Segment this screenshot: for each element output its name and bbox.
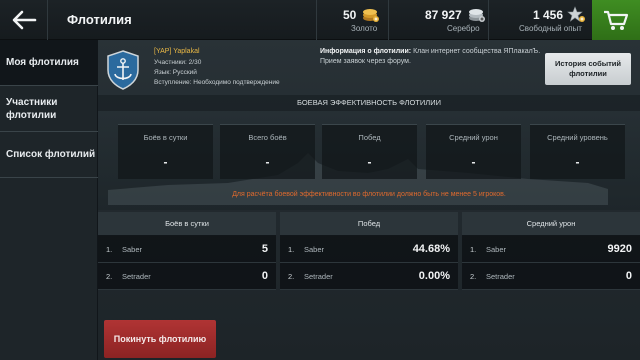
efficiency-panel: БОЕВАЯ ЭФФЕКТИВНОСТЬ ФЛОТИЛИИ Боёв в сут… <box>98 95 640 210</box>
cart-icon <box>604 10 629 30</box>
row-value: 0.00% <box>418 270 450 282</box>
row-rank: 1. <box>288 245 295 254</box>
stat-title: Средний урон <box>449 133 498 142</box>
table-header[interactable]: Средний урон <box>462 212 640 236</box>
stat-card-wins: Побед - <box>322 124 417 179</box>
event-history-label: История событий флотилии <box>554 59 622 78</box>
clan-members: Участники: 2/30 <box>154 59 202 66</box>
flotilla-info-heading: Информация о флотилии: <box>320 48 412 55</box>
sidebar-item-label: Список флотилий <box>6 149 96 160</box>
table-row[interactable]: 1. Saber 5 <box>98 237 276 263</box>
efficiency-warning: Для расчёта боевой эффективности во флот… <box>232 191 506 198</box>
table-header[interactable]: Боёв в сутки <box>98 212 276 236</box>
member-stats-tables: Боёв в сутки 1. Saber 5 2. Setrader 0 По… <box>98 212 640 290</box>
table-row[interactable]: 2. Setrader 0.00% <box>280 264 458 290</box>
stat-title: Всего боёв <box>248 133 287 142</box>
stat-card-avg-tier: Средний уровень - <box>530 124 625 179</box>
table-row[interactable]: 2. Setrader 0 <box>98 264 276 290</box>
silver-value: 87 927 <box>425 8 462 22</box>
stat-card-battles-per-day: Боёв в сутки - <box>118 124 213 179</box>
clan-language: Язык: Русский <box>154 69 197 76</box>
free-xp-resource[interactable]: 1 456 Свободный опыт <box>488 0 592 40</box>
stat-card-avg-damage: Средний урон - <box>426 124 521 179</box>
gold-resource[interactable]: 50 Золото <box>316 0 388 40</box>
efficiency-title: БОЕВАЯ ЭФФЕКТИВНОСТЬ ФЛОТИЛИИ <box>98 95 640 111</box>
star-icon <box>567 6 585 22</box>
row-player-name: Saber <box>486 245 507 254</box>
row-value: 0 <box>261 270 268 282</box>
row-player-name: Setrader <box>486 272 515 281</box>
shop-button[interactable] <box>592 0 640 40</box>
sidebar-item-members[interactable]: Участники флотилии <box>0 86 98 132</box>
stat-value: - <box>163 155 168 169</box>
arrow-left-icon <box>12 10 36 30</box>
gold-coins-icon <box>363 9 379 22</box>
leave-flotilla-label: Покинуть флотилию <box>113 334 207 344</box>
table-row[interactable]: 1. Saber 9920 <box>462 237 640 263</box>
flotilla-info: Информация о флотилии: Клан интернет соо… <box>320 47 542 67</box>
stat-value: - <box>575 155 580 169</box>
row-rank: 2. <box>470 272 477 281</box>
row-rank: 1. <box>106 245 113 254</box>
leave-flotilla-button[interactable]: Покинуть флотилию <box>104 320 216 358</box>
stat-value: - <box>471 155 476 169</box>
table-header[interactable]: Побед <box>280 212 458 236</box>
row-player-name: Setrader <box>122 272 151 281</box>
row-player-name: Saber <box>122 245 143 254</box>
silver-label: Серебро <box>447 24 480 33</box>
gold-label: Золото <box>351 24 378 33</box>
row-value: 0 <box>625 270 632 282</box>
sidebar-item-flotilla-list[interactable]: Список флотилий <box>0 132 98 178</box>
stat-value: - <box>367 155 372 169</box>
clan-join-policy: Вступление: Необходимо подтверждение <box>154 79 280 86</box>
silver-coins-icon <box>469 9 485 22</box>
free-xp-label: Свободный опыт <box>519 24 582 33</box>
free-xp-value: 1 456 <box>533 8 564 22</box>
page-title: Флотилия <box>67 12 132 27</box>
row-player-name: Saber <box>304 245 325 254</box>
row-value: 9920 <box>607 243 632 255</box>
gold-value: 50 <box>343 8 357 22</box>
table-wins: Побед 1. Saber 44.68% 2. Setrader 0.00% <box>280 212 458 290</box>
row-value: 5 <box>261 243 268 255</box>
top-bar: Флотилия 50 Золото 87 927 Серебро 1 456 <box>0 0 640 40</box>
stat-title: Средний уровень <box>547 133 608 142</box>
clan-tag[interactable]: [YAP] Yaplakal <box>154 48 200 55</box>
table-battles-per-day: Боёв в сутки 1. Saber 5 2. Setrader 0 <box>98 212 276 290</box>
stat-value: - <box>265 155 270 169</box>
row-value: 44.68% <box>412 243 450 255</box>
event-history-button[interactable]: История событий флотилии <box>545 53 631 85</box>
table-avg-damage: Средний урон 1. Saber 9920 2. Setrader 0 <box>462 212 640 290</box>
stat-title: Боёв в сутки <box>143 133 188 142</box>
table-row[interactable]: 2. Setrader 0 <box>462 264 640 290</box>
stat-card-total-battles: Всего боёв - <box>220 124 315 179</box>
row-rank: 1. <box>470 245 477 254</box>
sidebar-item-label: Моя флотилия <box>6 57 79 68</box>
back-button[interactable] <box>0 0 48 40</box>
anchor-shield-icon <box>107 50 139 90</box>
table-row[interactable]: 1. Saber 44.68% <box>280 237 458 263</box>
sidebar: Моя флотилия Участники флотилии Список ф… <box>0 40 98 360</box>
sidebar-item-label: Участники флотилии <box>6 96 58 121</box>
stat-title: Побед <box>358 133 381 142</box>
row-player-name: Setrader <box>304 272 333 281</box>
row-rank: 2. <box>106 272 113 281</box>
row-rank: 2. <box>288 272 295 281</box>
sidebar-item-my-flotilla[interactable]: Моя флотилия <box>0 40 98 86</box>
silver-resource[interactable]: 87 927 Серебро <box>388 0 488 40</box>
clan-summary: [YAP] Yaplakal Участники: 2/30 Язык: Рус… <box>104 44 316 92</box>
